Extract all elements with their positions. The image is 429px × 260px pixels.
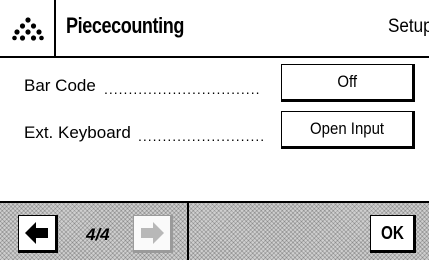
barcode-leader-dots: ................................ bbox=[104, 81, 261, 97]
arrow-right-icon bbox=[141, 222, 164, 244]
barcode-value-button[interactable]: Off bbox=[281, 64, 415, 102]
piececounting-icon bbox=[12, 17, 44, 41]
barcode-label: Bar Code bbox=[24, 76, 96, 95]
barcode-value: Off bbox=[337, 72, 357, 91]
app-icon-cell bbox=[0, 0, 56, 58]
ext-keyboard-leader-dots: .......................... bbox=[138, 128, 266, 144]
ext-keyboard-value: Open Input bbox=[309, 119, 385, 138]
header-bar: Piececounting Setup bbox=[0, 0, 429, 58]
prev-page-button[interactable] bbox=[18, 215, 58, 253]
ext-keyboard-label: Ext. Keyboard bbox=[24, 123, 131, 142]
ok-label: OK bbox=[380, 222, 404, 243]
ext-keyboard-value-button[interactable]: Open Input bbox=[281, 111, 415, 149]
setup-label: Setup bbox=[388, 16, 429, 37]
balance-screen: Piececounting Setup Bar Code ...........… bbox=[0, 0, 429, 260]
next-page-button[interactable] bbox=[133, 215, 173, 253]
footer-bar: 4/4 OK bbox=[0, 201, 429, 260]
footer-divider bbox=[187, 203, 189, 260]
page-title: Piececounting bbox=[66, 13, 184, 38]
page-indicator: 4/4 bbox=[86, 225, 110, 244]
ok-button[interactable]: OK bbox=[370, 215, 416, 253]
arrow-left-icon bbox=[25, 222, 48, 244]
